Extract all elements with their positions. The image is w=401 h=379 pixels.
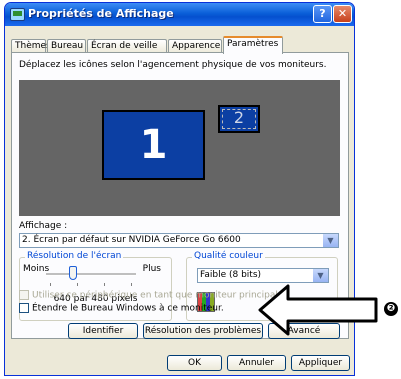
troubleshoot-button[interactable]: Résolution des problèmes [143, 323, 263, 339]
extend-desktop-label: Étendre le Bureau Windows à ce moniteur. [32, 303, 224, 314]
primary-monitor-option: Utiliser ce périphérique en tant que mon… [19, 290, 281, 301]
display-properties-icon [10, 8, 25, 21]
slider-tick [50, 283, 51, 286]
primary-monitor-checkbox[interactable] [19, 290, 29, 300]
close-button[interactable]: ✕ [333, 5, 352, 23]
annotation-arrow-icon [258, 284, 378, 336]
tab-themes[interactable]: Thèmes [11, 39, 51, 53]
display-dropdown-value: 2. Écran par défaut sur NVIDIA GeForce G… [22, 235, 241, 245]
monitor-arrangement-preview: 1 2 [19, 80, 340, 216]
chevron-down-icon[interactable]: ▼ [322, 234, 338, 247]
ok-button[interactable]: OK [167, 355, 222, 371]
slider-tick [104, 283, 105, 286]
color-quality-title: Qualité couleur [192, 251, 265, 261]
display-dropdown[interactable]: 2. Écran par défaut sur NVIDIA GeForce G… [19, 233, 339, 248]
help-button[interactable]: ? [313, 5, 332, 23]
apply-button[interactable]: Appliquer [291, 355, 350, 371]
cancel-button[interactable]: Annuler [227, 355, 286, 371]
slider-tick [77, 283, 78, 286]
resolution-group-title: Résolution de l'écran [25, 251, 124, 261]
tab-strip: Thèmes Bureau Écran de veille Apparence … [11, 36, 349, 54]
tab-screensaver[interactable]: Écran de veille [87, 39, 167, 53]
window-title: Propriétés de Affichage [28, 7, 174, 20]
monitor-2-icon[interactable]: 2 [218, 105, 260, 133]
color-quality-value: Faible (8 bits) [200, 270, 262, 280]
color-quality-dropdown[interactable]: Faible (8 bits) ▼ [197, 268, 329, 283]
instruction-text: Déplacez les icônes selon l'agencement p… [19, 60, 327, 70]
title-bar[interactable]: Propriétés de Affichage ? ✕ [5, 3, 354, 26]
resolution-more-label: Plus [142, 264, 161, 274]
primary-monitor-label: Utiliser ce périphérique en tant que mon… [32, 290, 281, 301]
chevron-down-icon[interactable]: ▼ [312, 269, 328, 282]
identify-button[interactable]: Identifier [68, 323, 138, 339]
extend-desktop-option: Étendre le Bureau Windows à ce moniteur. [19, 303, 224, 314]
tab-appearance[interactable]: Apparence [168, 39, 222, 53]
resolution-slider-thumb[interactable] [69, 266, 77, 280]
resolution-slider-track[interactable] [46, 273, 136, 276]
tab-desktop[interactable]: Bureau [47, 39, 86, 53]
display-label: Affichage : [19, 221, 68, 231]
annotation-number-marker: ❷ [384, 302, 398, 316]
tab-settings[interactable]: Paramètres [223, 36, 283, 54]
extend-desktop-checkbox[interactable] [19, 303, 29, 313]
slider-tick [131, 283, 132, 286]
monitor-1-icon[interactable]: 1 [102, 110, 205, 180]
